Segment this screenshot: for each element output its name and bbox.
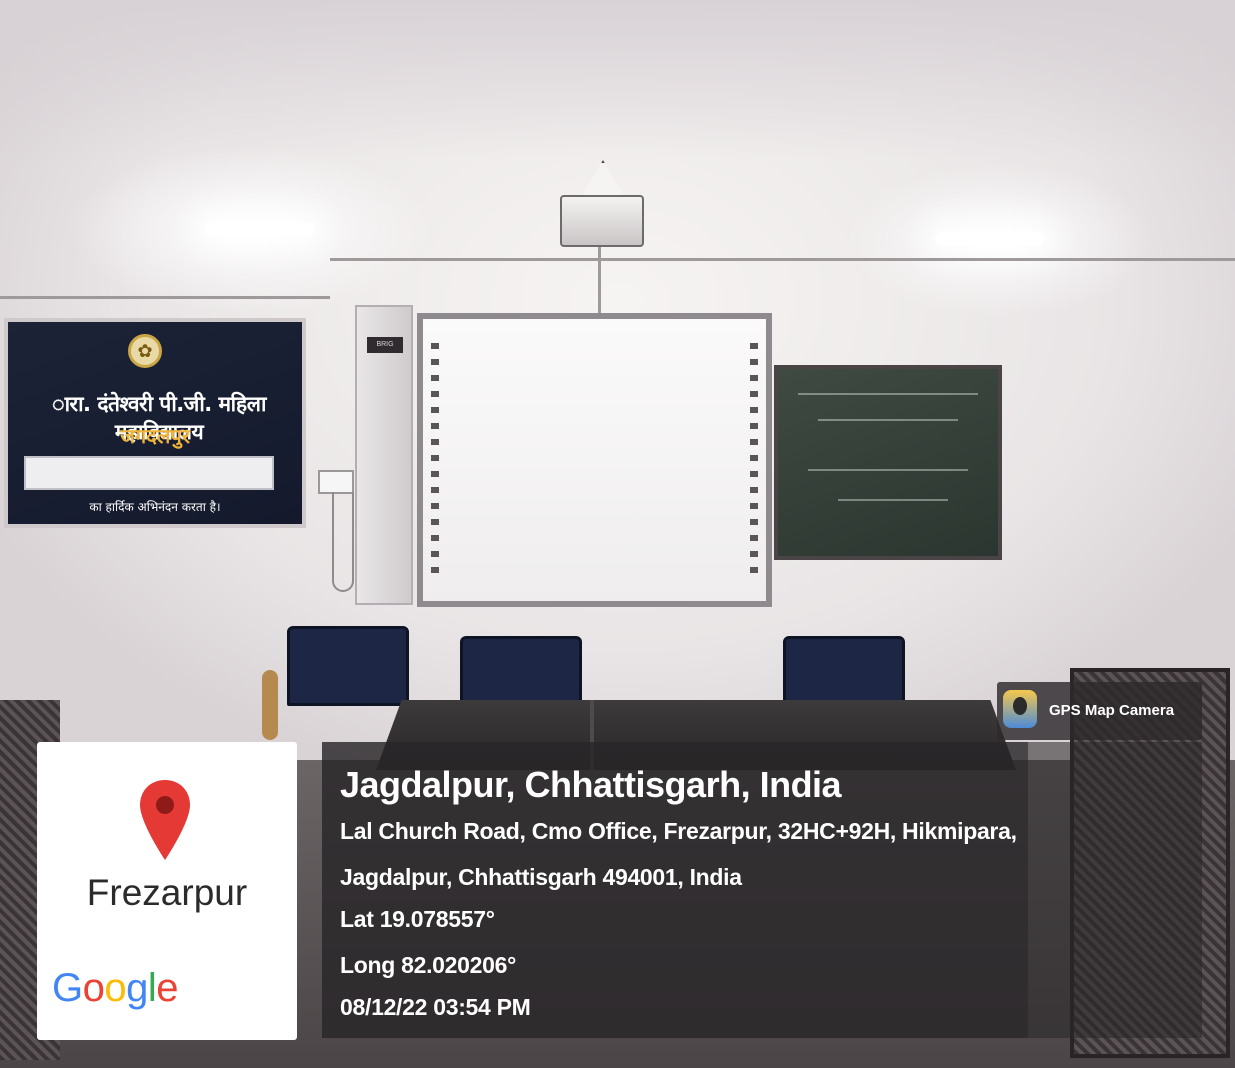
- longitude: Long 82.020206°: [340, 952, 517, 978]
- chalk-line: [798, 393, 978, 395]
- chalk-line: [838, 499, 948, 501]
- address-line-1: Lal Church Road, Cmo Office, Frezarpur, …: [340, 818, 1017, 844]
- location-title: Jagdalpur, Chhattisgarh, India: [340, 764, 842, 805]
- google-logo-letter: o: [104, 966, 127, 1010]
- timestamp: 08/12/22 03:54 PM: [340, 994, 531, 1020]
- google-logo-letter: o: [82, 966, 105, 1010]
- map-place-name: Frezarpur: [86, 872, 248, 913]
- banner-subtitle: जगदलपुर: [120, 424, 190, 448]
- ceiling: [0, 0, 1235, 160]
- blackboard: [774, 365, 1002, 560]
- chalk-line: [818, 419, 958, 421]
- projector: [560, 195, 644, 247]
- gps-map-camera-label: GPS Map Camera: [1049, 702, 1175, 719]
- switchboard: [318, 470, 354, 494]
- wall-conduit: [330, 258, 1235, 261]
- cabinet-label: BRIG: [367, 337, 403, 353]
- projector-cable: [598, 243, 601, 313]
- chair-back-left: [287, 626, 409, 706]
- gps-map-camera-badge: GPS Map Camera: [997, 682, 1202, 740]
- wall-conduit-left: [0, 296, 330, 299]
- tube-light-right: [935, 232, 1045, 246]
- gps-map-camera-icon: [1003, 690, 1037, 728]
- college-banner: ✿ ारा. दंतेश्वरी पी.जी. महिला महाविद्याल…: [4, 318, 306, 528]
- address-line-2: Jagdalpur, Chhattisgarh 494001, India: [340, 864, 742, 890]
- interactive-whiteboard: [417, 313, 772, 607]
- whiteboard-left-ticks: [431, 343, 439, 583]
- google-logo-letter: g: [126, 966, 148, 1010]
- map-pin-icon: [140, 780, 190, 860]
- location-info-panel-extension: [1028, 742, 1202, 1038]
- power-cable: [332, 492, 354, 592]
- banner-footer: का हार्दिक अभिनंदन करता है।: [89, 500, 221, 514]
- google-logo: Google: [52, 966, 179, 1011]
- banner-blank-field: [24, 456, 274, 490]
- chair-arm: [262, 670, 278, 740]
- google-logo-letter: l: [147, 966, 157, 1010]
- tube-light-left: [205, 222, 315, 236]
- smartboard-cabinet: BRIG: [355, 305, 413, 605]
- latitude: Lat 19.078557°: [340, 906, 495, 932]
- college-emblem-icon: ✿: [128, 334, 162, 368]
- chalk-line: [808, 469, 968, 471]
- whiteboard-right-ticks: [750, 343, 758, 583]
- google-logo-letter: e: [156, 966, 179, 1010]
- google-logo-letter: G: [52, 966, 83, 1010]
